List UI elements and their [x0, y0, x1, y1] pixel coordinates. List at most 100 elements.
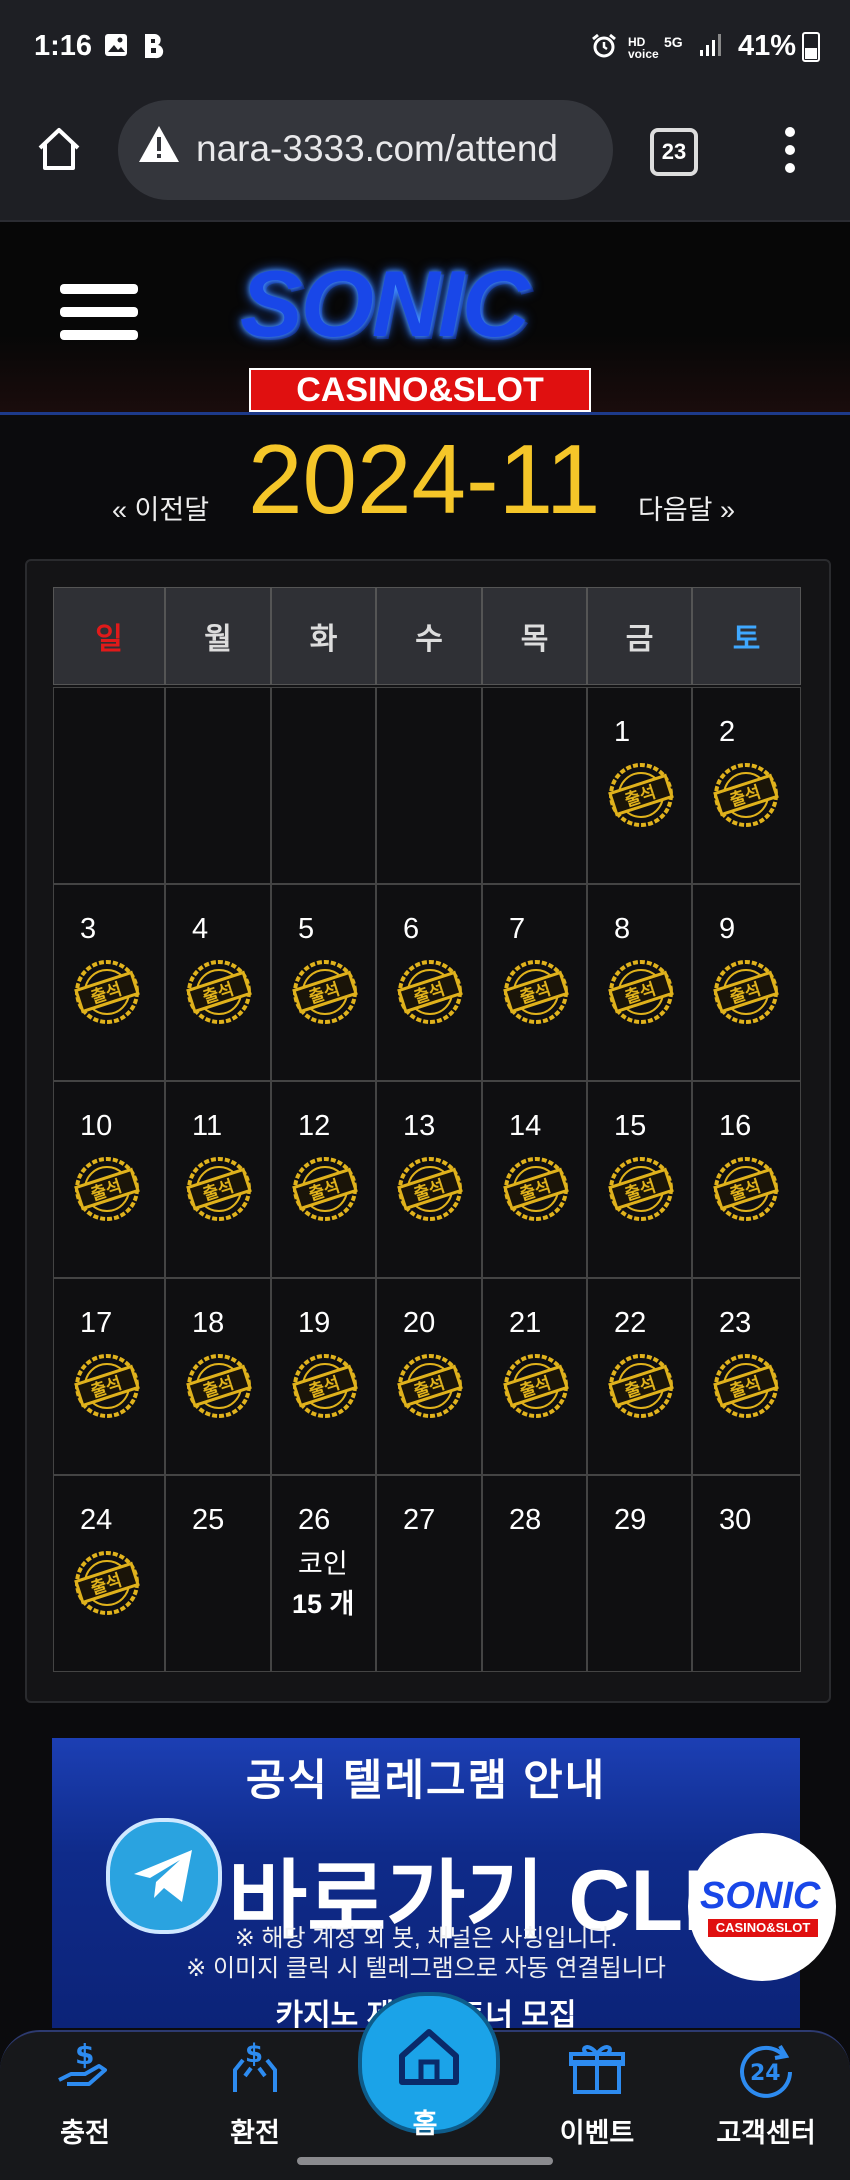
calendar-day-cell: 3 출석 [53, 884, 165, 1081]
calendar-day-cell: 7 출석 [482, 884, 587, 1081]
calendar-week-row: 3 출석 4 출석 5 출석 6 출석 7 출석 8 출석 9 출석 [53, 884, 801, 1081]
coin-count: 15 개 [292, 1589, 355, 1619]
calendar-grid: 일월화수목금토 1 출석 2 출석 3 출석 4 출석 5 출석 6 출석 7 출석 8 출석 9 출석 10 출석 1… [53, 587, 801, 1672]
calendar-day-cell: 6 출석 [376, 884, 482, 1081]
calendar-day-cell: 14 출석 [482, 1081, 587, 1278]
day-number: 16 [719, 1110, 752, 1142]
not-secure-warning-icon[interactable] [136, 122, 182, 168]
battery-icon [802, 31, 820, 62]
telegram-icon [106, 1818, 222, 1934]
day-number: 25 [192, 1504, 225, 1536]
calendar-day-cell: 20 출석 [376, 1278, 482, 1475]
browser-home-icon[interactable] [34, 124, 84, 174]
nav-event[interactable]: 이벤트 [527, 2036, 667, 2150]
day-number: 6 [403, 913, 420, 945]
weekday-header: 월 [165, 587, 271, 685]
nav-support[interactable]: 24 고객센터 [696, 2036, 836, 2150]
coin-label: 코인 [298, 1549, 348, 1579]
current-month: 2024-11 [248, 424, 601, 534]
day-number: 8 [614, 913, 631, 945]
logo-subtitle: CASINO&SLOT [249, 368, 591, 412]
day-number: 1 [614, 716, 631, 748]
gallery-icon [105, 34, 127, 56]
calendar-day-cell: 15 출석 [587, 1081, 692, 1278]
calendar-day-cell: 30 [692, 1475, 801, 1672]
telegram-banner[interactable]: 공식 텔레그램 안내 바로가기 CLICK ※ 해당 계정 외 봇, 채널은 사… [52, 1738, 800, 2028]
status-bar: 1:16 HD voice 5G 41% [0, 0, 850, 100]
nav-event-label: 이벤트 [559, 2118, 635, 2148]
calendar-day-cell: 24 출석 [53, 1475, 165, 1672]
more-menu-icon[interactable] [780, 124, 800, 176]
site-logo[interactable]: SONIC CASINO&SLOT [205, 250, 625, 412]
banner-note-2: ※ 이미지 클릭 시 텔레그램으로 자동 연결됩니다 [186, 1955, 666, 1982]
calendar-empty-cell [376, 687, 482, 884]
day-number: 28 [509, 1504, 542, 1536]
logo-word: SONIC [240, 251, 530, 356]
calendar-day-cell: 10 출석 [53, 1081, 165, 1278]
day-number: 9 [719, 913, 736, 945]
site-header: SONIC CASINO&SLOT [0, 222, 850, 415]
nav-withdraw[interactable]: $ 환전 [185, 2036, 325, 2150]
floating-logo-button[interactable]: SONIC CASINO&SLOT [688, 1833, 836, 1981]
calendar-day-cell: 17 출석 [53, 1278, 165, 1475]
weekday-header: 수 [376, 587, 482, 685]
calendar-empty-cell [271, 687, 376, 884]
status-time: 1:16 [34, 30, 93, 62]
calendar-day-cell: 4 출석 [165, 884, 271, 1081]
day-number: 13 [403, 1110, 436, 1142]
battery-indicator: 41% [738, 30, 820, 63]
calendar-day-cell: 21 출석 [482, 1278, 587, 1475]
day-number: 18 [192, 1307, 225, 1339]
svg-text:$: $ [75, 2038, 94, 2071]
calendar-empty-cell [165, 687, 271, 884]
day-number: 27 [403, 1504, 436, 1536]
battery-percent: 41% [737, 30, 796, 62]
day-number: 5 [298, 913, 315, 945]
calendar-day-cell: 18 출석 [165, 1278, 271, 1475]
day-number: 4 [192, 913, 209, 945]
calendar-day-cell: 19 출석 [271, 1278, 376, 1475]
calendar-day-cell: 11 출석 [165, 1081, 271, 1278]
url-text[interactable]: nara-3333.com/attend [196, 128, 606, 170]
day-number: 2 [719, 716, 736, 748]
signal-icon [700, 34, 721, 56]
day-number: 3 [80, 913, 97, 945]
deposit-icon: $ [58, 2038, 107, 2086]
calendar-day-cell: 28 [482, 1475, 587, 1672]
next-month-link[interactable]: 다음달 » [638, 488, 735, 527]
day-number: 30 [719, 1504, 752, 1536]
hd-voice-indicator: HD voice [628, 35, 659, 61]
weekday-header-row: 일월화수목금토 [53, 587, 801, 687]
prev-month-link[interactable]: « 이전달 [112, 488, 209, 527]
svg-text:24: 24 [750, 2061, 781, 2086]
calendar-day-cell: 13 출석 [376, 1081, 482, 1278]
calendar-day-cell: 25 [165, 1475, 271, 1672]
month-navigation: « 이전달 2024-11 다음달 » [0, 420, 850, 534]
day-number: 15 [614, 1110, 647, 1142]
b-app-icon [145, 34, 164, 59]
calendar-day-cell: 5 출석 [271, 884, 376, 1081]
day-number: 17 [80, 1307, 113, 1339]
calendar-week-row: 17 출석 18 출석 19 출석 20 출석 21 출석 22 출석 23 출석 [53, 1278, 801, 1475]
weekday-header: 일 [53, 587, 165, 685]
nav-support-label: 고객센터 [716, 2118, 816, 2148]
nav-deposit[interactable]: $ 충전 [15, 2036, 155, 2150]
calendar-day-cell: 23 출석 [692, 1278, 801, 1475]
tab-switcher-button[interactable]: 23 [650, 128, 698, 176]
hamburger-menu-icon[interactable] [60, 284, 138, 353]
bottom-navigation: $ 충전 $ 환전 홈 이벤트 24 고객센터 [0, 1992, 850, 2180]
floating-logo-subtitle: CASINO&SLOT [708, 1919, 818, 1937]
calendar-day-cell: 29 [587, 1475, 692, 1672]
calendar-day-cell: 8 출석 [587, 884, 692, 1081]
browser-toolbar: nara-3333.com/attend 23 [0, 100, 850, 222]
day-number: 10 [80, 1110, 113, 1142]
calendar-day-cell: 27 [376, 1475, 482, 1672]
calendar-day-cell: 1 출석 [587, 687, 692, 884]
nav-deposit-label: 충전 [60, 2118, 110, 2148]
calendar-week-row: 10 출석 11 출석 12 출석 13 출석 14 출석 15 출석 16 출석 [53, 1081, 801, 1278]
day-number: 26 [298, 1504, 331, 1536]
alarm-icon [592, 33, 616, 58]
address-bar[interactable]: nara-3333.com/attend [118, 100, 613, 200]
day-number: 21 [509, 1307, 542, 1339]
calendar-day-cell: 12 출석 [271, 1081, 376, 1278]
